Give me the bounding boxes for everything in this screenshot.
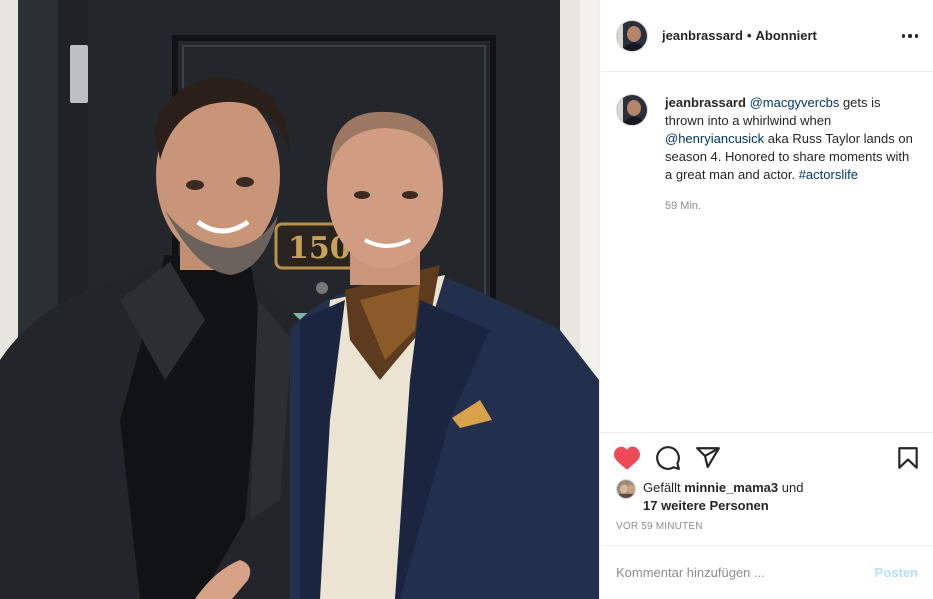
caption-area: jeanbrassard @macgyvercbs gets is thrown… (600, 72, 933, 432)
more-dot (902, 34, 906, 38)
caption-username[interactable]: jeanbrassard (665, 95, 746, 110)
mention-macgyvercbs[interactable]: @macgyvercbs (750, 95, 840, 110)
action-bar (600, 432, 933, 482)
instagram-post: 150 jeanbrassard • Abonniert jeanbrassar… (0, 0, 933, 599)
avatar-image (617, 95, 647, 125)
post-comment-button[interactable]: Posten (875, 565, 918, 580)
likes-summary: Gefällt minnie_mama3 und 17 weitere Pers… (616, 479, 916, 515)
caption-avatar[interactable] (616, 94, 648, 126)
avatar-image (617, 480, 635, 498)
post-side-panel: jeanbrassard • Abonniert jeanbrassard @m… (599, 0, 933, 599)
hashtag-actorslife[interactable]: #actorslife (799, 167, 858, 182)
comment-bubble-icon[interactable] (655, 445, 681, 471)
caption-time: 59 Min. (665, 200, 702, 212)
mention-henryiancusick[interactable]: @henryiancusick (665, 131, 764, 146)
likes-prefix: Gefällt (643, 480, 685, 495)
more-dot (914, 34, 918, 38)
post-timestamp[interactable]: VOR 59 MINUTEN (616, 521, 703, 532)
post-photo[interactable]: 150 (0, 0, 599, 599)
avatar-image (617, 20, 647, 51)
likes-others-link[interactable]: 17 weitere Personen (643, 498, 769, 513)
caption-body: jeanbrassard @macgyvercbs gets is thrown… (665, 94, 915, 432)
paper-plane-icon[interactable] (695, 445, 721, 471)
comment-input[interactable] (616, 565, 875, 580)
likes-text: Gefällt minnie_mama3 und 17 weitere Pers… (643, 479, 803, 515)
header-names: jeanbrassard • Abonniert (662, 28, 817, 43)
post-header: jeanbrassard • Abonniert (600, 0, 933, 72)
caption-text: jeanbrassard @macgyvercbs gets is thrown… (665, 94, 915, 184)
author-avatar[interactable] (616, 19, 648, 52)
header-separator: • (746, 28, 752, 43)
comment-box: Posten (600, 545, 933, 599)
heart-filled-icon[interactable] (614, 445, 640, 471)
liker-username[interactable]: minnie_mama3 (684, 480, 778, 495)
photo-illustration: 150 (0, 0, 599, 599)
liker-avatar[interactable] (616, 479, 636, 499)
author-username[interactable]: jeanbrassard (662, 28, 743, 43)
more-options-icon[interactable] (902, 28, 918, 44)
follow-status-button[interactable]: Abonniert (756, 28, 817, 43)
more-dot (908, 34, 912, 38)
likes-middle: und (778, 480, 804, 495)
bookmark-icon[interactable] (895, 445, 921, 471)
